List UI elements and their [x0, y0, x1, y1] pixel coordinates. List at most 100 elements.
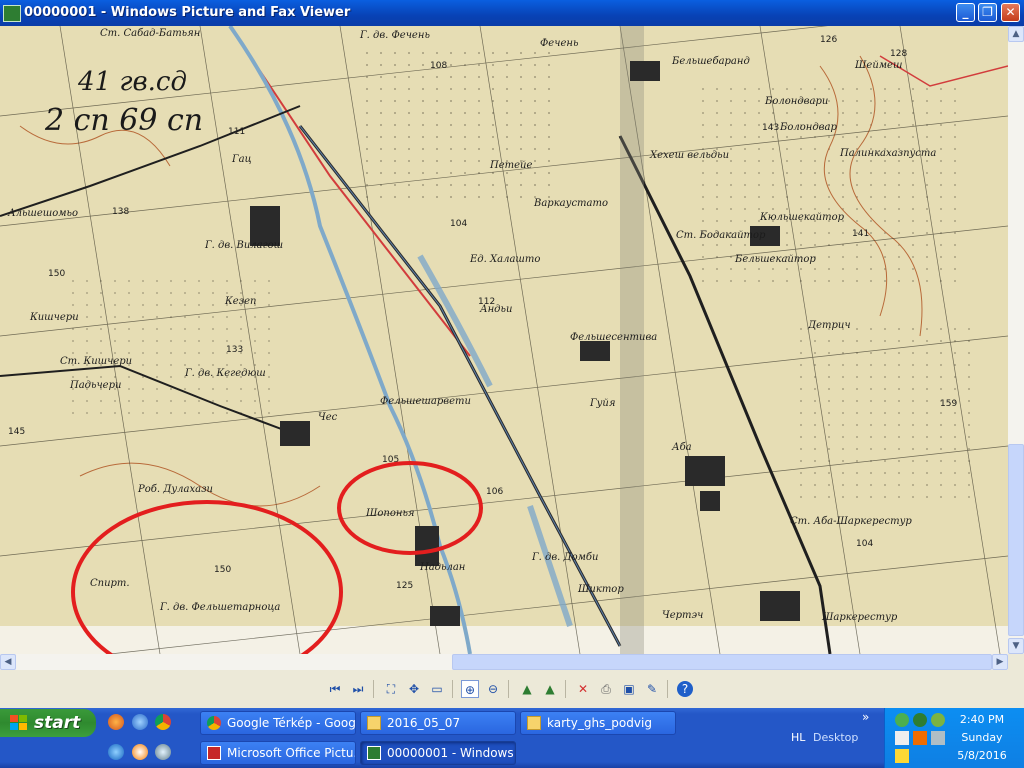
clock-date: 5/8/2016	[957, 749, 1007, 762]
rotate-clockwise-icon[interactable]: ▲	[518, 680, 536, 698]
place-label: Гац	[231, 154, 252, 165]
slideshow-icon[interactable]: ▭	[428, 680, 446, 698]
vertical-scroll-thumb[interactable]	[1008, 444, 1024, 636]
quick-launch-icon[interactable]	[155, 744, 171, 760]
actual-size-icon[interactable]: ✥	[405, 680, 423, 698]
horizontal-scroll-thumb[interactable]	[452, 654, 992, 670]
chrome-icon[interactable]	[155, 714, 171, 730]
torrent-icon[interactable]	[913, 713, 927, 727]
place-label: Кишчери	[29, 312, 79, 323]
picture-viewer-app-icon[interactable]	[3, 5, 21, 22]
place-label: Фельшешарвети	[380, 396, 471, 407]
elevation-label: 111	[228, 127, 245, 137]
task-button-folder-2016[interactable]: 2016_05_07	[360, 711, 516, 735]
network-icon[interactable]	[895, 713, 909, 727]
place-label: Детрич	[807, 320, 851, 331]
place-label: Г. дв. Фечень	[359, 30, 430, 41]
place-label: Падьчери	[69, 380, 121, 391]
place-label: Гуйя	[589, 398, 615, 409]
zoom-out-icon[interactable]: ⊖	[484, 680, 502, 698]
place-label: Г. дв. Вилагош	[204, 240, 283, 251]
folder-icon	[367, 716, 381, 730]
scroll-left-button[interactable]: ◀	[0, 654, 16, 670]
elevation-label: 128	[890, 49, 907, 59]
start-button[interactable]: start	[0, 709, 96, 737]
place-label: Палинкахазпуста	[839, 148, 936, 159]
title-bar[interactable]: 00000001 - Windows Picture and Fax Viewe…	[0, 0, 1024, 26]
task-label: Google Térkép - Goog...	[227, 716, 356, 730]
place-label: Кюльшекайтор	[759, 212, 845, 223]
task-label: Microsoft Office Pictu...	[227, 746, 356, 760]
maximize-button[interactable]: ❐	[978, 3, 997, 22]
help-icon[interactable]: ?	[677, 681, 693, 697]
media-player-icon[interactable]	[132, 744, 148, 760]
elevation-label: 112	[478, 297, 495, 307]
elevation-label: 150	[214, 565, 231, 575]
place-label: Ст. Сабад-Батьян	[100, 28, 200, 39]
internet-explorer-icon[interactable]	[108, 744, 124, 760]
start-label: start	[34, 713, 81, 733]
rotate-counterclockwise-icon[interactable]: ▲	[541, 680, 559, 698]
language-indicator[interactable]: HL	[791, 731, 805, 744]
place-label: Аба	[671, 442, 692, 453]
place-label: Шаркерестур	[821, 612, 898, 623]
place-label: Шеймеш	[854, 60, 902, 71]
zoom-in-icon[interactable]: ⊕	[461, 680, 479, 698]
place-label: Петейе	[489, 160, 532, 171]
toolbar-chevron[interactable]: »	[862, 710, 869, 724]
elevation-label: 125	[396, 581, 413, 591]
place-label: Ст. Кишчери	[60, 356, 132, 367]
best-fit-icon[interactable]: ⛶	[382, 680, 400, 698]
scroll-right-button[interactable]: ▶	[992, 654, 1008, 670]
place-label: Кезеп	[224, 296, 256, 307]
place-label: Спирт.	[90, 578, 130, 589]
close-button[interactable]: ✕	[1001, 3, 1020, 22]
elevation-label: 138	[112, 207, 129, 217]
antivirus-icon[interactable]	[913, 731, 927, 745]
vertical-scrollbar[interactable]: ▲ ▼	[1008, 26, 1024, 654]
place-label: Варкаустато	[533, 198, 608, 209]
toolbar-separator	[667, 680, 668, 698]
place-label: Фельшесентива	[570, 332, 657, 343]
place-label: Бельшекайтор	[734, 254, 816, 265]
elevation-label: 126	[820, 35, 837, 45]
elevation-label: 150	[48, 269, 65, 279]
annotation-unit-1: 41 гв.сд	[77, 67, 187, 97]
image-viewport[interactable]: 41 гв.сд 2 сп 69 сп Ст. Сабад-Батьян Г. …	[0, 26, 1008, 654]
task-button-chrome[interactable]: Google Térkép - Goog...	[200, 711, 356, 735]
scroll-up-button[interactable]: ▲	[1008, 26, 1024, 42]
viewer-toolbar	[0, 670, 1024, 708]
elevation-label: 133	[226, 345, 243, 355]
task-button-office-picture[interactable]: Microsoft Office Pictu...	[200, 741, 356, 765]
toolbar-separator	[565, 680, 566, 698]
place-label: Г. дв. Кегедюш	[184, 368, 266, 379]
open-for-editing-icon[interactable]: ✎	[643, 680, 661, 698]
scroll-down-button[interactable]: ▼	[1008, 638, 1024, 654]
horizontal-scrollbar[interactable]: ◀ ▶	[0, 654, 1008, 670]
desktop-toolbar-label[interactable]: Desktop	[813, 731, 858, 744]
annotation-unit-2: 2 сп 69 сп	[44, 103, 203, 138]
task-button-folder-karty[interactable]: karty_ghs_podvig	[520, 711, 676, 735]
save-icon[interactable]: ▣	[620, 680, 638, 698]
safely-remove-icon[interactable]	[895, 749, 909, 763]
print-icon[interactable]: ⎙	[597, 680, 615, 698]
toolbar-separator	[508, 680, 509, 698]
place-label: Роб. Дулахази	[137, 484, 213, 495]
task-button-picture-viewer[interactable]: 00000001 - Windows ...	[360, 741, 516, 765]
minimize-button[interactable]: _	[956, 3, 975, 22]
elevation-label: 104	[450, 219, 467, 229]
office-picture-icon	[207, 746, 221, 760]
clock-time[interactable]: 2:40 PM	[942, 713, 1022, 726]
printer-tray-icon[interactable]	[895, 731, 909, 745]
elevation-label: 104	[856, 539, 873, 549]
firefox-icon[interactable]	[108, 714, 124, 730]
place-label: Г. дв. Фельшетарноца	[159, 602, 280, 613]
next-image-icon[interactable]: ⏭	[349, 680, 367, 698]
previous-image-icon[interactable]: ⏮	[326, 680, 344, 698]
place-label: Болондвари	[764, 96, 828, 107]
window-title: 00000001 - Windows Picture and Fax Viewe…	[24, 5, 351, 20]
windows-logo-icon	[10, 715, 27, 730]
place-label: Ст. Бодакайтор	[676, 230, 766, 241]
browser-icon[interactable]	[132, 714, 148, 730]
delete-icon[interactable]: ✕	[574, 680, 592, 698]
